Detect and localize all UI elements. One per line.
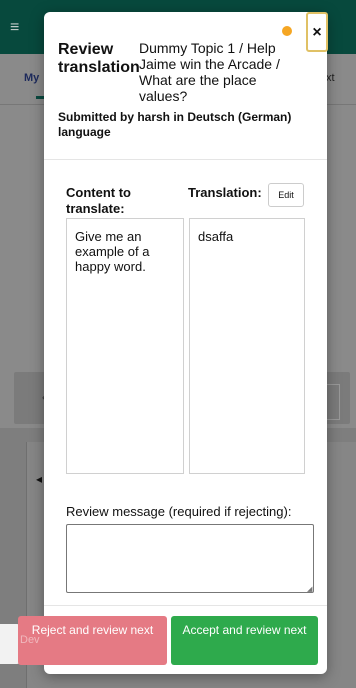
review-message-input[interactable] [66, 524, 314, 593]
translation-text-box: dsaffa [189, 218, 305, 474]
content-to-translate-label: Content to translate: [66, 185, 131, 216]
hidden-button-text: Dev [20, 634, 40, 646]
close-button[interactable]: × [306, 12, 328, 52]
accept-and-review-next-button[interactable]: Accept and review next [171, 616, 318, 665]
content-text-box: Give me an example of a happy word. [66, 218, 184, 474]
translation-label: Translation: [188, 185, 262, 200]
reject-and-review-next-button[interactable]: Dev Reject and review next [18, 616, 167, 665]
footer-divider [44, 605, 327, 606]
notification-dot-icon [282, 26, 292, 36]
edit-button[interactable]: Edit [268, 183, 304, 207]
tab-next[interactable]: xt [326, 72, 335, 84]
accept-button-label: Accept and review next [182, 623, 307, 637]
submitted-by-text: Submitted by harsh in Deutsch (German) l… [58, 110, 292, 139]
caret-left-icon: ◂ [36, 472, 43, 486]
resize-handle-icon[interactable]: ◢ [307, 586, 312, 593]
modal-title: Review translation [58, 41, 140, 76]
background-button [0, 624, 20, 664]
tab-my-contributions[interactable]: My [24, 72, 39, 84]
hamburger-menu-icon[interactable]: ≡ [10, 20, 19, 36]
reject-button-label: Reject and review next [31, 623, 154, 637]
topic-path: Dummy Topic 1 / Help Jaime win the Arcad… [139, 40, 280, 104]
review-message-label: Review message (required if rejecting): [66, 504, 292, 519]
review-translation-modal: Review translation Dummy Topic 1 / Help … [44, 12, 328, 674]
